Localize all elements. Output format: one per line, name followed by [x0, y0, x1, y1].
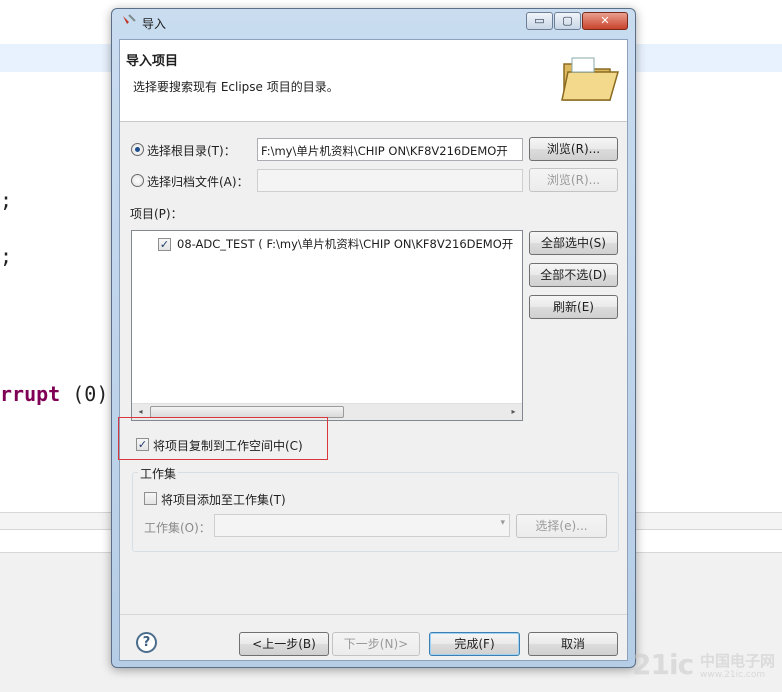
cancel-button[interactable]: 取消 [528, 632, 618, 656]
help-icon[interactable]: ? [136, 632, 157, 653]
project-item-label[interactable]: 08-ADC_TEST ( F:\my\单片机资料\CHIP ON\KF8V21… [177, 236, 513, 252]
wizard-description: 选择要搜索现有 Eclipse 项目的目录。 [133, 80, 339, 94]
wizard-header: 导入项目 选择要搜索现有 Eclipse 项目的目录。 [120, 40, 627, 122]
watermark-logo: 21ic [632, 648, 694, 681]
working-set-select-button[interactable]: 选择(e)... [516, 514, 607, 538]
root-dir-browse-button[interactable]: 浏览(R)... [529, 137, 618, 161]
import-dialog: 导入 ▭ ▢ ✕ 导入项目 选择要搜索现有 Eclipse 项目的目录。 选择根… [111, 8, 636, 668]
footer-separator [120, 614, 627, 615]
add-to-working-set-label[interactable]: 将项目添加至工作集(T) [161, 491, 286, 508]
code-line-1: ; [0, 188, 13, 212]
dialog-title: 导入 [142, 17, 167, 31]
code-keyword: rrupt [0, 382, 61, 406]
finish-button[interactable]: 完成(F) [429, 632, 520, 656]
root-dir-label: 选择根目录(T)： [147, 144, 236, 158]
archive-radio[interactable] [131, 174, 144, 187]
working-sets-group-title: 工作集 [138, 465, 179, 482]
open-folder-icon [561, 57, 619, 101]
archive-field[interactable] [257, 169, 523, 192]
archive-browse-button[interactable]: 浏览(R)... [529, 168, 618, 192]
watermark-url: www.21ic.com [700, 670, 766, 680]
working-set-field-label: 工作集(O)： [144, 521, 211, 535]
project-checkbox[interactable]: ✓ [158, 238, 171, 251]
projects-list[interactable]: ✓ 08-ADC_TEST ( F:\my\单片机资料\CHIP ON\KF8V… [131, 230, 523, 421]
watermark-site: 中国电子网 [700, 652, 776, 670]
dialog-client-area: 导入项目 选择要搜索现有 Eclipse 项目的目录。 选择根目录(T)： F:… [119, 39, 628, 661]
working-sets-group [132, 472, 619, 552]
select-all-button[interactable]: 全部选中(S) [529, 231, 618, 255]
archive-label: 选择归档文件(A)： [147, 175, 249, 189]
projects-label: 项目(P)： [130, 207, 183, 221]
code-line-interrupt: rrupt (0) [0, 382, 108, 406]
deselect-all-button[interactable]: 全部不选(D) [529, 263, 618, 287]
minimize-button[interactable]: ▭ [526, 12, 553, 30]
next-button[interactable]: 下一步(N)> [332, 632, 420, 656]
chevron-down-icon: ▾ [500, 518, 505, 528]
annotation-highlight-box [118, 417, 328, 460]
eclipse-import-icon [123, 14, 136, 24]
code-line-2: ; [0, 244, 13, 268]
working-set-combo[interactable]: ▾ [214, 514, 510, 537]
add-to-working-set-checkbox[interactable] [144, 492, 157, 505]
title-bar[interactable]: 导入 ▭ ▢ ✕ [112, 9, 635, 35]
wizard-title: 导入项目 [126, 54, 179, 69]
maximize-button[interactable]: ▢ [554, 12, 581, 30]
root-dir-field[interactable]: F:\my\单片机资料\CHIP ON\KF8V216DEMO开 [257, 138, 523, 161]
code-args: (0) [72, 382, 109, 406]
back-button[interactable]: <上一步(B) [239, 632, 329, 656]
root-dir-radio[interactable] [131, 143, 144, 156]
refresh-button[interactable]: 刷新(E) [529, 295, 618, 319]
close-button[interactable]: ✕ [582, 12, 628, 30]
scroll-right-arrow-icon[interactable]: ▸ [505, 404, 522, 420]
